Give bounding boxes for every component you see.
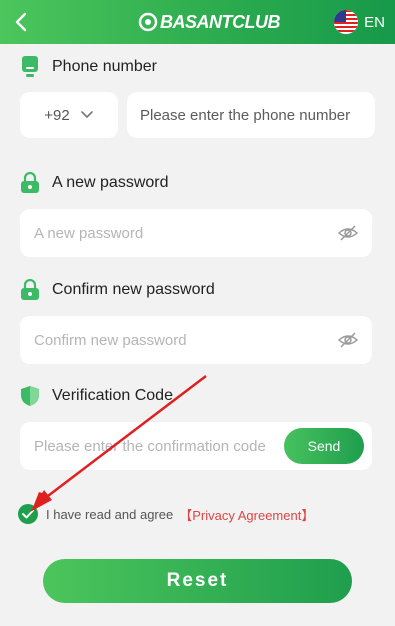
confirm-password-label: Confirm new password xyxy=(20,279,215,301)
verification-input[interactable] xyxy=(34,437,274,455)
chevron-left-icon xyxy=(15,12,27,32)
lock-icon xyxy=(21,172,39,193)
country-code-value: +92 xyxy=(44,106,70,124)
language-code: EN xyxy=(364,13,385,31)
send-code-button[interactable]: Send xyxy=(284,428,364,464)
lock-icon xyxy=(21,279,39,300)
phone-label: Phone number xyxy=(20,55,157,79)
header-bar: BASANTCLUB EN xyxy=(0,0,395,44)
back-button[interactable] xyxy=(10,10,34,34)
agreement-row: I have read and agree 【Privacy Agreement… xyxy=(18,504,314,524)
confirm-password-input[interactable] xyxy=(34,331,324,349)
confirm-password-container xyxy=(20,316,372,364)
brand-logo: BASANTCLUB xyxy=(138,10,281,34)
agreement-text: I have read and agree xyxy=(46,506,174,522)
privacy-agreement-link[interactable]: 【Privacy Agreement】 xyxy=(179,505,314,524)
verification-label: Verification Code xyxy=(20,385,173,407)
country-code-select[interactable]: +92 xyxy=(20,92,118,138)
phone-input-container xyxy=(127,92,375,138)
new-password-input[interactable] xyxy=(34,224,324,242)
shield-icon xyxy=(21,386,39,406)
new-password-label: A new password xyxy=(20,172,169,194)
eye-off-icon[interactable] xyxy=(338,330,358,350)
logo-text: BASANTCLUB xyxy=(160,11,281,32)
us-flag-icon xyxy=(334,10,359,34)
phone-icon xyxy=(22,56,38,77)
language-selector[interactable]: EN xyxy=(334,10,385,34)
eye-off-icon[interactable] xyxy=(338,223,358,243)
agreement-checkbox[interactable] xyxy=(18,504,38,524)
chevron-down-icon xyxy=(80,111,93,118)
new-password-container xyxy=(20,209,372,257)
check-icon xyxy=(22,509,34,519)
reset-button[interactable]: Reset xyxy=(43,559,352,603)
phone-input[interactable] xyxy=(140,106,375,124)
logo-icon xyxy=(138,12,158,32)
verification-container: Send xyxy=(20,422,372,470)
